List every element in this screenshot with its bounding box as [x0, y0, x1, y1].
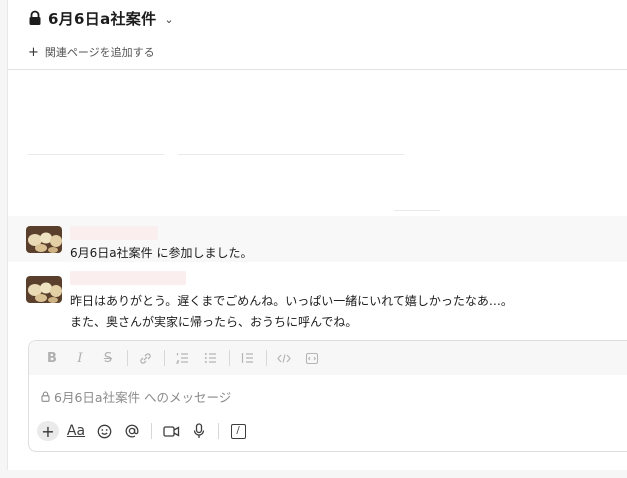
message-composer[interactable]: B I S 6月6日a社案件 へのメッセージ + Aa / — [28, 340, 627, 452]
italic-button[interactable]: I — [69, 347, 91, 369]
channel-title[interactable]: 6月6日a社案件 — [48, 8, 156, 29]
join-channel-name[interactable]: 6月6日a社案件 — [70, 246, 153, 260]
code-block-button[interactable] — [301, 347, 323, 369]
blockquote-icon — [241, 353, 253, 363]
message-line: 昨日はありがとう。遅くまでごめんね。いっぱい一緒にいれて嬉しかったなあ…。 — [70, 294, 513, 308]
bullet-list-icon — [204, 353, 216, 363]
toolbar-divider — [229, 350, 230, 366]
plus-icon: + — [28, 44, 39, 60]
toolbar-divider — [218, 423, 219, 439]
sender-name-redacted[interactable] — [70, 271, 186, 285]
message-input-placeholder: 6月6日a社案件 へのメッセージ — [54, 390, 232, 405]
lock-icon — [29, 10, 41, 25]
bullet-list-button[interactable] — [199, 347, 221, 369]
avatar[interactable] — [26, 226, 62, 253]
strikethrough-button[interactable]: S — [97, 347, 119, 369]
join-suffix: に参加しました。 — [152, 246, 253, 260]
mention-icon[interactable] — [121, 420, 143, 442]
link-icon — [139, 352, 151, 364]
code-block-icon — [305, 352, 319, 364]
chevron-down-icon[interactable]: ⌄ — [164, 13, 173, 26]
bold-button[interactable]: B — [41, 347, 63, 369]
emoji-icon[interactable] — [93, 420, 115, 442]
toolbar-divider — [151, 423, 152, 439]
channel-pane: 6月6日a社案件 ⌄ + 関連ページを追加する 6月6日a社案件 に参加しました… — [7, 0, 627, 470]
code-icon — [277, 353, 291, 363]
plus-icon[interactable]: + — [37, 421, 59, 441]
toolbar-divider — [127, 350, 128, 366]
code-button[interactable] — [273, 347, 295, 369]
faint-divider — [178, 154, 404, 155]
microphone-icon[interactable] — [188, 420, 210, 442]
channel-header[interactable]: 6月6日a社案件 ⌄ — [28, 6, 174, 30]
slash-command-icon: / — [230, 423, 246, 439]
lock-icon — [41, 391, 50, 402]
ordered-list-button[interactable] — [171, 347, 193, 369]
formatting-toolbar: B I S — [29, 341, 627, 375]
join-message: 6月6日a社案件 に参加しました。 — [70, 244, 252, 261]
link-button[interactable] — [134, 347, 156, 369]
sender-name-redacted[interactable] — [70, 226, 158, 240]
message-input[interactable]: 6月6日a社案件 へのメッセージ — [41, 387, 231, 406]
ordered-list-icon — [175, 353, 188, 364]
format-toggle-button[interactable]: Aa — [65, 420, 87, 442]
avatar[interactable] — [26, 276, 62, 303]
faint-divider — [394, 210, 440, 211]
toolbar-divider — [164, 350, 165, 366]
shortcuts-button[interactable]: / — [227, 420, 249, 442]
header-divider — [8, 69, 627, 70]
message-line: また、奥さんが実家に帰ったら、おうちに呼んでね。 — [70, 315, 358, 329]
video-icon[interactable] — [160, 420, 182, 442]
composer-actions: + Aa / — [37, 419, 255, 443]
blockquote-button[interactable] — [236, 347, 258, 369]
add-bookmark-button[interactable]: + 関連ページを追加する — [28, 43, 155, 61]
toolbar-divider — [266, 350, 267, 366]
faint-divider — [28, 154, 164, 155]
add-bookmark-label: 関連ページを追加する — [44, 46, 155, 59]
